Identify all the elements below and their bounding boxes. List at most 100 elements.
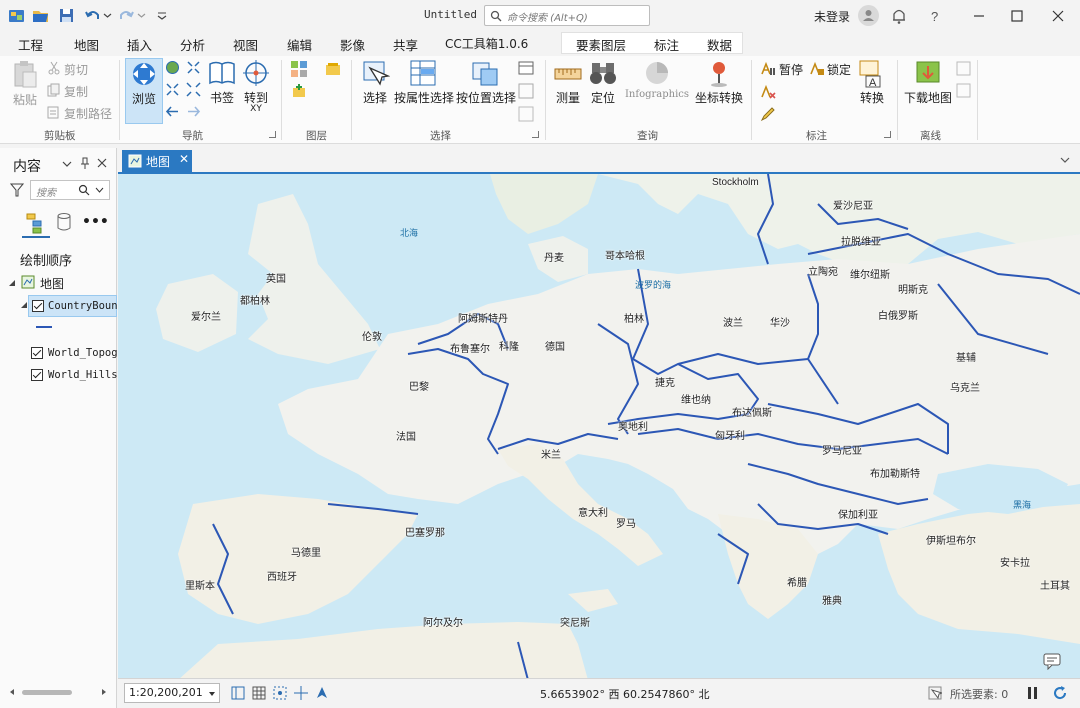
pane-options-chevron-icon[interactable]	[62, 159, 72, 169]
pause-drawing-icon[interactable]	[1026, 685, 1040, 701]
clear-selection-icon[interactable]	[518, 106, 534, 122]
horizontal-scrollbar-thumb[interactable]	[22, 690, 72, 695]
scroll-left-icon[interactable]	[8, 688, 16, 696]
navigate-group-launcher[interactable]	[269, 131, 276, 138]
map-view-tab[interactable]: 地图 ✕	[122, 150, 192, 172]
tab-map[interactable]: 地图	[74, 35, 100, 58]
list-by-drawing-order-icon[interactable]	[25, 212, 47, 234]
crosshair-icon[interactable]	[293, 685, 309, 701]
layer-expand-icon[interactable]	[20, 301, 28, 309]
close-map-tab-icon[interactable]: ✕	[179, 152, 189, 166]
basemap-icon[interactable]	[290, 60, 308, 78]
forward-arrow-icon[interactable]	[186, 104, 201, 119]
maximize-icon[interactable]	[1004, 4, 1030, 28]
save-icon[interactable]	[58, 7, 75, 24]
layer-visibility-checkbox[interactable]	[31, 347, 43, 359]
locate-button[interactable]: 定位	[588, 58, 618, 118]
grid-icon[interactable]	[251, 685, 267, 701]
view-list-chevron-icon[interactable]	[1060, 156, 1070, 164]
go-to-xy-button[interactable]: 转到 XY	[241, 58, 271, 118]
map-node-expand-icon[interactable]	[8, 279, 16, 287]
open-folder-icon[interactable]	[32, 7, 49, 24]
help-icon[interactable]: ?	[922, 4, 948, 28]
more-options-icon[interactable]: •••	[82, 214, 109, 230]
tab-cc-toolbox[interactable]: CC工具箱1.0.6	[445, 35, 528, 52]
filter-icon[interactable]	[10, 183, 24, 197]
fixed-zoom-out-icon[interactable]	[186, 82, 201, 97]
previous-extent-icon[interactable]	[165, 82, 180, 97]
undo-dropdown-icon[interactable]	[103, 7, 112, 24]
convert-labels-button[interactable]: A 转换	[856, 58, 888, 118]
labeling-group-launcher[interactable]	[884, 131, 891, 138]
bookmarks-button[interactable]: 书签	[205, 58, 239, 118]
chat-bubble-icon[interactable]	[1042, 652, 1062, 670]
place-label: 维也纳	[681, 395, 711, 406]
tab-edit[interactable]: 编辑	[287, 35, 312, 54]
label-pen-icon[interactable]	[760, 106, 776, 122]
place-label: 巴塞罗那	[405, 528, 445, 539]
tab-labeling[interactable]: 标注	[654, 35, 679, 54]
fixed-zoom-in-icon[interactable]	[186, 60, 201, 75]
select-by-location-button[interactable]: 按位置选择	[456, 58, 516, 118]
add-data-icon[interactable]	[324, 60, 342, 78]
notifications-bell-icon[interactable]	[886, 4, 912, 28]
tab-project[interactable]: 工程	[18, 35, 43, 54]
close-icon[interactable]	[1045, 4, 1071, 28]
selection-group-launcher[interactable]	[532, 131, 539, 138]
attributes-icon[interactable]	[518, 60, 534, 76]
back-arrow-icon[interactable]	[165, 104, 180, 119]
download-map-button[interactable]: 下载地图	[903, 58, 953, 118]
fixed-extent-icon[interactable]	[230, 685, 246, 701]
map-canvas[interactable]: Stockholm 爱沙尼亚 北海 拉脱维亚 丹麦 哥本哈根 立陶宛 维尔纽斯 英国 波罗的海 明斯…	[118, 172, 1080, 678]
list-by-data-source-icon[interactable]	[56, 212, 72, 232]
copy-button[interactable]: 复制	[64, 83, 88, 100]
zoom-to-selection-icon[interactable]	[518, 83, 534, 99]
measure-button[interactable]: 测量	[551, 58, 585, 118]
select-button[interactable]: 选择	[359, 58, 391, 118]
navigator-icon[interactable]	[314, 685, 330, 701]
tab-imagery[interactable]: 影像	[340, 35, 365, 54]
layer-name[interactable]: World_Hillsh	[48, 369, 124, 381]
copy-path-button[interactable]: 复制路径	[64, 105, 112, 122]
explore-button[interactable]: 浏览	[125, 58, 163, 124]
unplaced-labels-icon[interactable]	[760, 84, 776, 100]
full-extent-icon[interactable]	[165, 60, 180, 75]
cut-button[interactable]: 剪切	[64, 61, 88, 78]
layer-row-selected[interactable]: CountryBounc	[28, 295, 124, 317]
contents-search-input[interactable]: 搜索	[30, 180, 110, 200]
remove-offline-icon[interactable]	[956, 83, 971, 98]
avatar[interactable]	[858, 5, 879, 26]
infographics-button[interactable]: Infographics	[621, 58, 693, 118]
snapping-icon[interactable]	[272, 685, 288, 701]
redo-icon[interactable]	[118, 7, 135, 24]
layer-visibility-checkbox[interactable]	[32, 300, 44, 312]
lock-labels-button[interactable]: 锁定	[827, 61, 851, 78]
layer-visibility-checkbox[interactable]	[31, 369, 43, 381]
customize-toolbar-icon[interactable]	[156, 7, 168, 24]
command-search-input[interactable]: 命令搜索 (Alt+Q)	[484, 5, 650, 26]
search-dropdown-icon[interactable]	[95, 187, 104, 193]
sign-in-status[interactable]: 未登录	[814, 8, 850, 25]
tab-feature-layer[interactable]: 要素图层	[576, 35, 626, 54]
paste-button[interactable]: 粘贴	[8, 58, 42, 118]
undo-icon[interactable]	[84, 7, 101, 24]
close-pane-icon[interactable]	[97, 158, 107, 168]
coordinate-conversion-button[interactable]: 坐标转换	[695, 58, 743, 118]
pin-icon[interactable]	[80, 157, 90, 169]
layer-name[interactable]: World_Topogr	[48, 347, 124, 359]
redo-dropdown-icon[interactable]	[137, 7, 146, 24]
tab-analysis[interactable]: 分析	[180, 35, 205, 54]
tab-data[interactable]: 数据	[707, 35, 732, 54]
scroll-right-icon[interactable]	[100, 688, 108, 696]
refresh-icon[interactable]	[1052, 685, 1068, 701]
tab-share[interactable]: 共享	[393, 35, 418, 54]
tab-insert[interactable]: 插入	[127, 35, 152, 54]
tab-view[interactable]: 视图	[233, 35, 258, 54]
sync-icon[interactable]	[956, 61, 971, 76]
select-by-attributes-button[interactable]: 按属性选择	[394, 58, 454, 118]
scale-select[interactable]: 1:20,200,201	[124, 683, 220, 703]
add-preset-icon[interactable]	[290, 83, 308, 101]
map-node-label[interactable]: 地图	[40, 275, 64, 292]
minimize-icon[interactable]	[966, 4, 992, 28]
pause-labels-button[interactable]: 暂停	[779, 61, 803, 78]
